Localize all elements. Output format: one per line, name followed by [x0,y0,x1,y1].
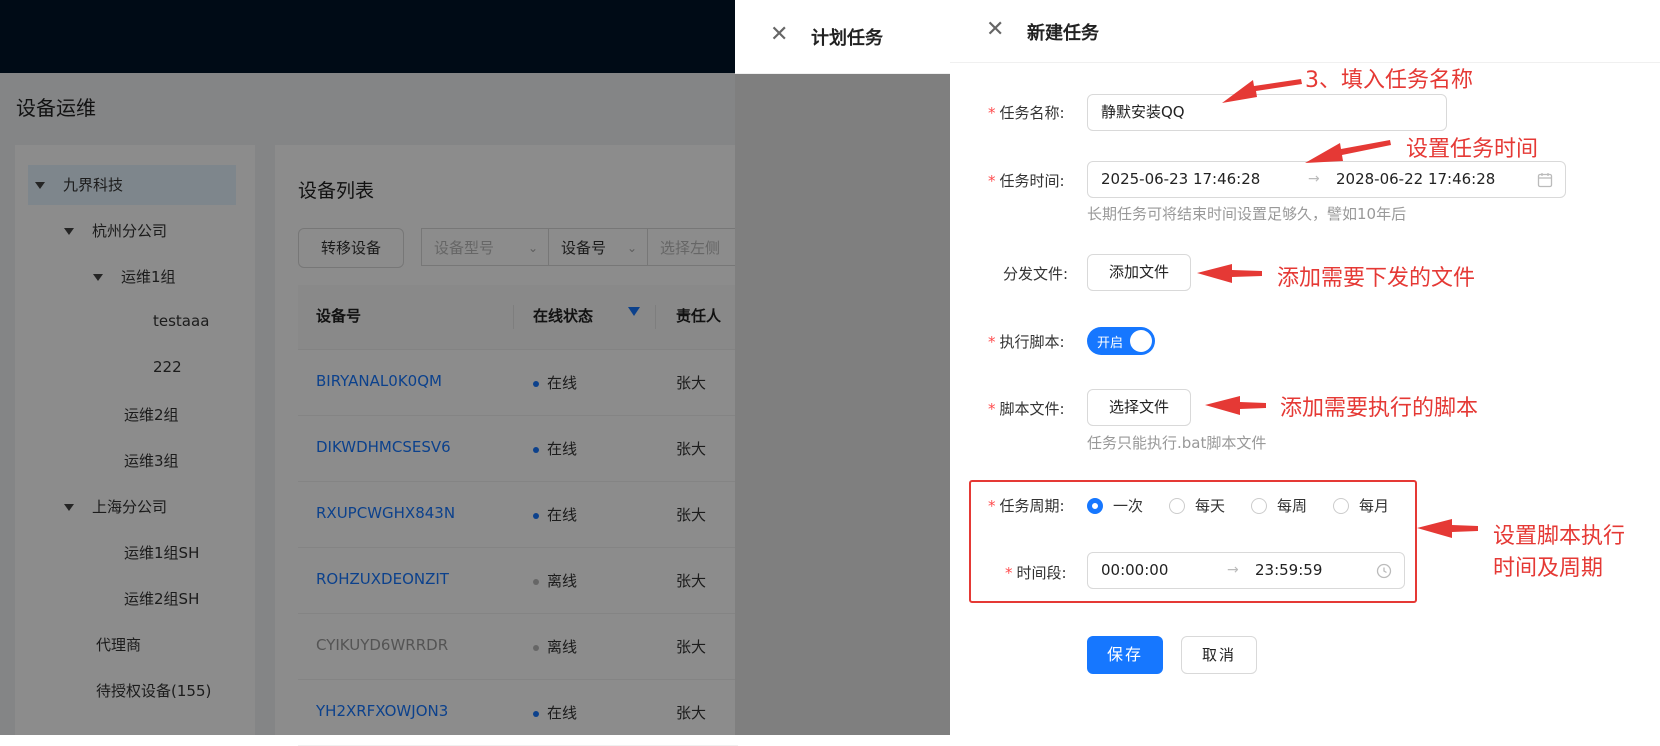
arrow-annotation-icon [1197,264,1262,283]
arrow-annotation-icon [1305,140,1391,163]
arrow-annotation-icon [1205,396,1266,415]
arrow-annotation-icon [1417,519,1478,538]
annotation-arrows [1197,79,1478,538]
arrow-annotation-icon [1222,79,1302,103]
